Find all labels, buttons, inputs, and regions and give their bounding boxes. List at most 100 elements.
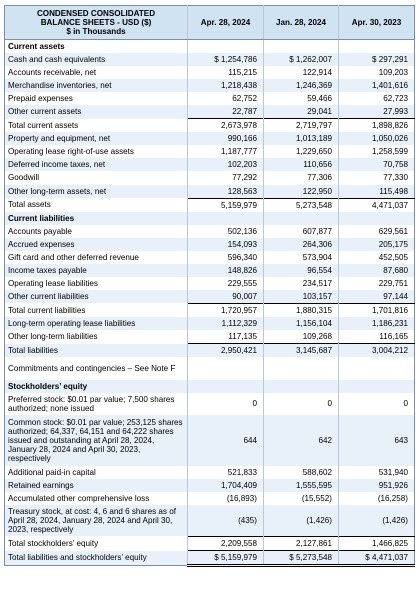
row-label: Merchandise inventories, net	[4, 79, 188, 93]
cell-value: 0	[338, 392, 415, 415]
section-header-row: Current liabilities	[4, 211, 415, 225]
cell-value: 3,145,687	[263, 343, 339, 358]
cell-value: 122,950	[263, 184, 339, 199]
row-label: Accumulated other comprehensive loss	[8, 493, 150, 503]
cell-value: 990,166	[187, 132, 264, 146]
cell-value: 1,898,826	[338, 118, 415, 133]
cell-value: 234,517	[263, 276, 339, 290]
title-line-2: BALANCE SHEETS - USD ($)	[40, 17, 152, 27]
cell-value: 27,993	[338, 105, 415, 119]
row-label: Commitments and contingencies – See Note…	[8, 363, 176, 373]
cell-value: 1,720,957	[187, 302, 264, 317]
row-label: Total liabilities and stockholders’ equi…	[4, 550, 188, 566]
cell-value: 607,877	[263, 224, 339, 238]
cell-value: 1,229,650	[263, 145, 339, 159]
row-label: Retained earnings	[4, 478, 188, 492]
row-label: Accrued expenses	[4, 237, 188, 251]
table-row: Total current liabilities 1,720,957 1,880,…	[5, 302, 415, 317]
cell-value: 128,563	[187, 184, 264, 199]
row-label: Current liabilities	[4, 211, 188, 225]
cell-value: $ 1,262,007	[263, 53, 339, 67]
cell-value: 588,602	[263, 465, 339, 479]
row-label: Property and equipment, net	[4, 132, 188, 146]
cell-value: 1,218,438	[187, 79, 264, 93]
table-row: Cash and cash equivalents $ 1,254,786 $ 1,…	[4, 53, 415, 67]
cell-value	[338, 39, 415, 54]
row-label: Operating lease right-of-use assets	[8, 147, 134, 157]
cell-value: 22,787	[187, 105, 264, 119]
column-header-apr-2024: Apr. 28, 2024	[187, 5, 264, 40]
table-row: Common stock: $0.01 par value; 253,125 s…	[4, 414, 415, 466]
cell-value: 97,144	[338, 289, 415, 304]
cell-value: 0	[263, 392, 339, 415]
row-label: Goodwill	[8, 173, 40, 183]
table-row: Gift card and other deferred revenue 596,…	[5, 250, 415, 264]
row-label: Current assets	[8, 41, 65, 51]
cell-value: $ 5,159,979	[187, 550, 264, 568]
cell-value: 115,215	[187, 66, 264, 80]
cell-value: 154,093	[187, 237, 264, 251]
table-row: Commitments and contingencies – See Note…	[5, 357, 415, 380]
cell-value: $ 297,291	[338, 53, 415, 67]
row-label: Treasury stock, at cost: 4, 6 and 6 shar…	[4, 504, 188, 537]
cell-value	[338, 211, 415, 225]
row-label: Common stock: $0.01 par value; 253,125 s…	[4, 414, 188, 466]
table-row: Accounts payable 502,136 607,877 629,561	[5, 224, 415, 238]
table-row: Prepaid expenses 62,752 59,466 62,723	[5, 92, 415, 106]
cell-value: 4,471,037	[338, 197, 415, 212]
cell-value: 1,880,315	[263, 302, 339, 317]
cell-value: 951,926	[338, 478, 415, 492]
cell-value: 62,723	[338, 92, 415, 106]
cell-value: 1,246,369	[263, 79, 339, 93]
table-row: Retained earnings 1,704,409 1,555,595 951,9…	[4, 478, 415, 492]
row-label: Accounts payable	[8, 226, 72, 236]
cell-value	[187, 357, 264, 380]
row-label: Long-term operating lease liabilities	[4, 316, 188, 331]
row-label: Stockholders’ equity	[4, 379, 188, 393]
cell-value	[187, 39, 264, 54]
cell-value: 1,401,616	[338, 79, 415, 93]
cell-value: 229,555	[187, 276, 264, 290]
cell-value: 96,554	[263, 263, 339, 277]
row-label: Deferred income taxes, net	[4, 158, 188, 172]
cell-value: 102,203	[187, 158, 264, 172]
cell-value	[338, 357, 415, 380]
section-header-row: Current assets	[5, 39, 415, 54]
cell-value: 109,203	[338, 66, 415, 80]
cell-value: 642	[263, 414, 339, 466]
table-title: CONDENSED CONSOLIDATED BALANCE SHEETS - …	[4, 5, 188, 40]
cell-value: 115,498	[338, 184, 415, 199]
cell-value: (16,893)	[187, 491, 264, 505]
cell-value	[263, 357, 339, 380]
cell-value: $ 1,254,786	[187, 53, 264, 67]
cell-value: 629,561	[338, 224, 415, 238]
cell-value: 1,112,329	[187, 316, 264, 331]
row-label: Gift card and other deferred revenue	[8, 252, 139, 262]
cell-value: 531,940	[338, 465, 415, 479]
cell-value: 77,306	[263, 171, 339, 185]
row-label: Prepaid expenses	[8, 94, 73, 104]
cell-value: 1,186,231	[338, 316, 415, 331]
table-row: Merchandise inventories, net 1,218,438 1,2…	[4, 79, 415, 93]
table-row: Income taxes payable 148,826 96,554 87,680	[4, 263, 415, 277]
table-row: Accounts receivable, net 115,215 122,914 10…	[5, 66, 415, 80]
cell-value: 29,041	[263, 105, 339, 119]
row-label: Preferred stock: $0.01 par value; 7,500 …	[8, 394, 175, 413]
cell-value	[187, 211, 264, 225]
cell-value: 62,752	[187, 92, 264, 106]
cell-value: (16,258)	[338, 491, 415, 505]
row-label: Total stockholders’ equity	[8, 538, 99, 548]
table-row: Other current liabilities 90,007 103,157 97…	[4, 289, 415, 304]
cell-value: $ 5,273,548	[263, 550, 339, 568]
table-row: Property and equipment, net 990,166 1,013,…	[4, 132, 415, 146]
row-label: Operating lease liabilities	[8, 278, 98, 288]
cell-value	[263, 379, 339, 393]
cell-value: 122,914	[263, 66, 339, 80]
cell-value: 1,187,777	[187, 145, 264, 159]
cell-value: 1,555,595	[263, 478, 339, 492]
cell-value: (1,426)	[338, 504, 415, 537]
table-row: Operating lease right-of-use assets 1,187…	[5, 145, 415, 159]
cell-value: 596,340	[187, 250, 264, 264]
cell-value: 77,292	[187, 171, 264, 185]
row-label: Other long-term liabilities	[8, 332, 98, 342]
